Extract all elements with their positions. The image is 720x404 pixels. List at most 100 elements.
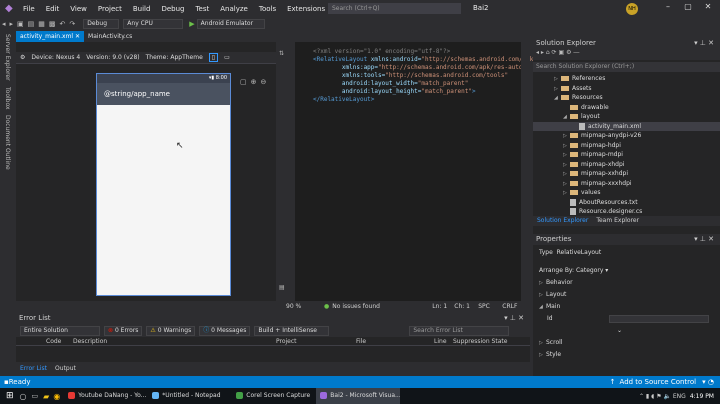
tree-item[interactable]: ▷ values: [533, 188, 720, 198]
tree-item[interactable]: ▷ mipmap-hdpi: [533, 141, 720, 151]
zoom-level[interactable]: 90 %: [286, 303, 324, 310]
save-all-icon[interactable]: ▩: [49, 20, 56, 28]
platform-dropdown[interactable]: Any CPU: [123, 19, 184, 29]
back-icon[interactable]: ◂: [2, 20, 6, 28]
landscape-icon[interactable]: ▭: [224, 54, 230, 61]
id-dropdown-icon[interactable]: ⌄: [533, 325, 720, 337]
menu-item-extensions[interactable]: Extensions: [287, 5, 325, 13]
undo-icon[interactable]: ↶: [60, 20, 66, 28]
menu-item-analyze[interactable]: Analyze: [220, 5, 248, 13]
solution-search-input[interactable]: Search Solution Explorer (Ctrl+;): [533, 62, 720, 72]
new-item-icon[interactable]: ▣: [17, 20, 24, 28]
build-dropdown[interactable]: Build + IntelliSense: [254, 325, 330, 336]
device-select[interactable]: Nexus 4: [56, 54, 80, 61]
issues-status[interactable]: No issues found: [332, 303, 432, 310]
tree-item[interactable]: ▷ mipmap-xhdpi: [533, 160, 720, 170]
minimize-icon[interactable]: –: [658, 2, 678, 14]
search-box[interactable]: Search (Ctrl+Q): [328, 3, 461, 14]
taskbar-item[interactable]: *Untitled - Notepad: [148, 388, 232, 404]
arrange-by[interactable]: Arrange By: Category ▾: [533, 265, 720, 277]
doc-tab[interactable]: activity_main.xml ✕: [16, 31, 85, 42]
menu-item-edit[interactable]: Edit: [46, 5, 60, 13]
split-toggle-icon[interactable]: ▤: [279, 284, 285, 291]
id-input[interactable]: [609, 315, 709, 323]
zoom-in-icon[interactable]: ⊕: [251, 78, 257, 86]
tree-item[interactable]: ▷ mipmap-xxxhdpi: [533, 179, 720, 189]
redo-icon[interactable]: ↷: [69, 20, 75, 28]
taskbar-item[interactable]: Youtube DaNang - Yo...: [64, 388, 148, 404]
tree-item[interactable]: activity_main.xml: [533, 121, 720, 131]
tray-icons[interactable]: ⌃ ▮ ◖ ⚑ 🔈 ENG: [639, 393, 686, 400]
config-dropdown[interactable]: Debug: [83, 19, 120, 29]
file-explorer-icon[interactable]: ▰: [43, 392, 49, 401]
theme-select[interactable]: AppTheme: [170, 54, 202, 61]
add-to-source-control[interactable]: Add to Source Control: [620, 378, 697, 386]
menu-item-build[interactable]: Build: [133, 5, 151, 13]
save-icon[interactable]: ▦: [38, 20, 45, 28]
error-column-header[interactable]: Line: [434, 338, 447, 345]
forward-icon[interactable]: ▸: [10, 20, 14, 28]
editor-scrollbar[interactable]: [521, 42, 530, 301]
properties-controls-icon[interactable]: ▾ ⊥ ✕: [694, 234, 714, 245]
expander-icon[interactable]: ◢: [539, 301, 546, 313]
maximize-icon[interactable]: ▢: [678, 2, 698, 14]
error-column-header[interactable]: Description: [73, 338, 107, 345]
task-view-icon[interactable]: ▭: [32, 392, 39, 400]
scope-dropdown[interactable]: Entire Solution: [20, 325, 100, 336]
messages-filter[interactable]: ⓘ 0 Messages: [199, 325, 251, 336]
pin-icon[interactable]: ▾ ⊥ ✕: [504, 313, 524, 324]
open-icon[interactable]: ▤: [28, 20, 35, 28]
run-target-dropdown[interactable]: Android Emulator: [196, 19, 265, 29]
error-column-header[interactable]: Suppression State: [453, 338, 507, 345]
phone-preview[interactable]: ▾▮ 8:00 @string/app_name: [96, 73, 231, 296]
menu-item-project[interactable]: Project: [98, 5, 122, 13]
panel-controls-icon[interactable]: ▾ ⊥ ✕: [694, 37, 714, 49]
warnings-filter[interactable]: ⚠ 0 Warnings: [146, 325, 196, 336]
property-category[interactable]: ▷ Scroll: [533, 337, 720, 349]
se-tab[interactable]: Solution Explorer: [533, 216, 592, 226]
expander-icon[interactable]: ◢: [554, 94, 561, 104]
split-bar[interactable]: ⇅ ▤: [276, 42, 295, 301]
pan-icon[interactable]: ▢: [240, 78, 247, 86]
side-tab-toolbox[interactable]: Toolbox: [4, 87, 11, 110]
tree-item[interactable]: AboutResources.txt: [533, 198, 720, 208]
tree-item[interactable]: ▷ mipmap-anydpi-v26: [533, 131, 720, 141]
expander-icon[interactable]: ▷: [539, 289, 546, 301]
error-column-header[interactable]: File: [356, 338, 366, 345]
se-tab[interactable]: Team Explorer: [592, 216, 643, 226]
zoom-out-icon[interactable]: ⊖: [261, 78, 267, 86]
property-category[interactable]: ◢ Main: [533, 301, 720, 313]
menu-item-view[interactable]: View: [70, 5, 87, 13]
tree-item[interactable]: ▷ References: [533, 74, 720, 84]
property-category[interactable]: ▷ Layout: [533, 289, 720, 301]
expander-icon[interactable]: ▷: [539, 337, 546, 349]
expander-icon[interactable]: ▷: [539, 349, 546, 361]
user-avatar[interactable]: NH: [626, 3, 638, 15]
menu-item-debug[interactable]: Debug: [161, 5, 184, 13]
version-select[interactable]: 9.0 (v28): [112, 54, 139, 61]
taskbar-item[interactable]: Corel Screen Capture: [232, 388, 316, 404]
portrait-icon[interactable]: ▯: [208, 53, 219, 62]
expander-icon[interactable]: ◢: [563, 113, 570, 123]
settings-icon[interactable]: ⚙: [20, 54, 25, 61]
tree-item[interactable]: ◢ Resources: [533, 93, 720, 103]
tree-item[interactable]: ▷ mipmap-mdpi: [533, 150, 720, 160]
menu-item-test[interactable]: Test: [195, 5, 209, 13]
tree-item[interactable]: Resource.designer.cs: [533, 207, 720, 216]
error-column-header[interactable]: Project: [276, 338, 297, 345]
menu-item-file[interactable]: File: [23, 5, 35, 13]
xml-editor[interactable]: <?xml version="1.0" encoding="utf-8"?> <R…: [295, 42, 580, 301]
taskbar-item[interactable]: Bai2 - Microsoft Visua...: [316, 388, 401, 404]
close-icon[interactable]: ✕: [698, 2, 718, 14]
bottom-tab[interactable]: Output: [51, 365, 80, 372]
tree-item[interactable]: ▷ Assets: [533, 84, 720, 94]
chrome-icon[interactable]: ◉: [53, 392, 60, 401]
errors-filter[interactable]: ⊗ 0 Errors: [104, 325, 143, 336]
tree-item[interactable]: ▷ mipmap-xxhdpi: [533, 169, 720, 179]
tree-item[interactable]: ◢ layout: [533, 112, 720, 122]
expander-icon[interactable]: ▷: [539, 277, 546, 289]
split-icon[interactable]: ⇅: [279, 50, 284, 57]
bottom-tab[interactable]: Error List: [16, 365, 51, 372]
play-icon[interactable]: ▶: [189, 20, 194, 28]
notification-icon[interactable]: ▾ ◔: [702, 378, 714, 386]
